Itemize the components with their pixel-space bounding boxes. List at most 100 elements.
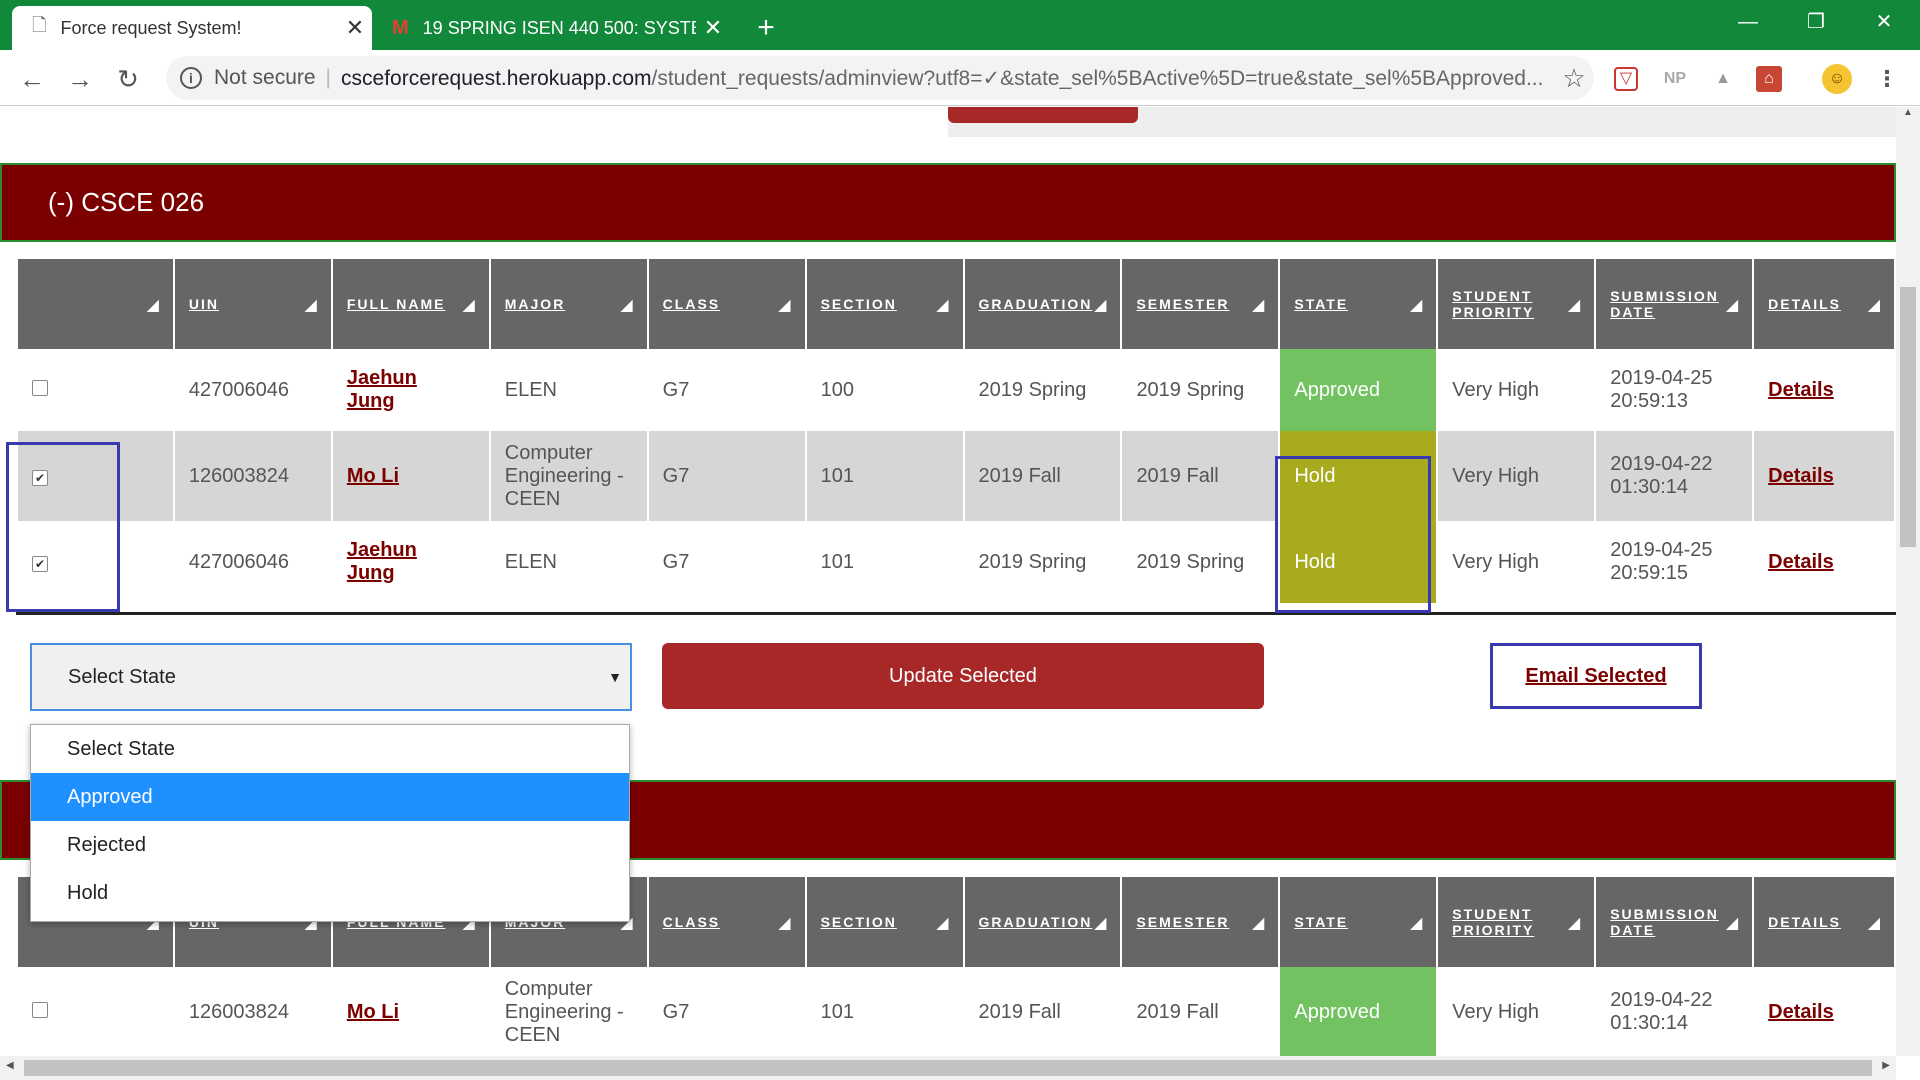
sort-icon[interactable]: ◢ xyxy=(778,913,792,933)
sort-icon[interactable]: ◢ xyxy=(1568,295,1582,315)
scroll-left-icon[interactable]: ◀ xyxy=(6,1060,14,1071)
sort-icon[interactable]: ◢ xyxy=(305,295,319,315)
close-tab-icon[interactable]: ✕ xyxy=(338,15,372,41)
details-link[interactable]: Details xyxy=(1768,379,1834,401)
dropdown-option[interactable]: Rejected xyxy=(31,821,629,869)
sort-icon[interactable]: ◢ xyxy=(936,295,950,315)
avatar[interactable]: ☺ xyxy=(1822,64,1852,94)
column-header-label: SEMESTER xyxy=(1136,914,1230,930)
sort-icon[interactable]: ◢ xyxy=(1410,295,1424,315)
tab-gmail[interactable]: M 19 SPRING ISEN 440 500: SYSTEM ✕ xyxy=(380,6,730,50)
scroll-up-icon[interactable]: ▲ xyxy=(1896,107,1920,118)
sort-icon[interactable]: ◢ xyxy=(936,913,950,933)
drive-extension-icon[interactable]: ▲ xyxy=(1708,64,1738,94)
forward-icon[interactable]: → xyxy=(60,59,100,99)
column-header[interactable]: SUBMISSION DATE ◢ xyxy=(1596,259,1753,349)
column-header[interactable]: CLASS ◢ xyxy=(648,259,805,349)
row-checkbox[interactable]: ✔ xyxy=(32,555,48,572)
column-header[interactable]: STUDENT PRIORITY ◢ xyxy=(1438,259,1595,349)
submission-date-cell: 2019-04-22 01:30:14 xyxy=(1596,967,1753,1056)
vertical-scrollbar[interactable]: ▲ xyxy=(1896,107,1920,1056)
dropdown-option[interactable]: Select State xyxy=(31,725,629,773)
new-tab-button[interactable]: + xyxy=(746,8,786,48)
column-header[interactable]: ◢ xyxy=(18,259,173,349)
column-header[interactable]: DETAILS ◢ xyxy=(1754,259,1894,349)
column-header[interactable]: SEMESTER ◢ xyxy=(1122,877,1279,967)
reload-icon[interactable]: ↻ xyxy=(108,59,148,99)
url-text[interactable]: csceforcerequest.herokuapp.com/student_r… xyxy=(341,66,1554,91)
minimize-icon[interactable]: ― xyxy=(1714,0,1782,44)
section-header[interactable]: (-) CSCE 026 xyxy=(0,163,1896,242)
sort-icon[interactable]: ◢ xyxy=(1868,913,1882,933)
sort-icon[interactable]: ◢ xyxy=(1410,913,1424,933)
dropdown-option[interactable]: Hold xyxy=(31,869,629,917)
info-icon[interactable]: i xyxy=(180,67,202,89)
bookmark-star-icon[interactable]: ☆ xyxy=(1554,63,1594,94)
column-header[interactable]: UIN ◢ xyxy=(174,259,331,349)
column-header[interactable]: MAJOR ◢ xyxy=(490,259,647,349)
state-cell: Approved xyxy=(1280,349,1437,431)
column-header[interactable]: SECTION ◢ xyxy=(806,877,963,967)
restore-icon[interactable]: ❐ xyxy=(1782,0,1850,44)
section-cell: 101 xyxy=(806,431,963,521)
column-header[interactable]: STATE ◢ xyxy=(1280,877,1437,967)
dropdown-option[interactable]: Approved xyxy=(31,773,629,821)
sort-icon[interactable]: ◢ xyxy=(620,295,634,315)
scroll-right-icon[interactable]: ▶ xyxy=(1882,1060,1890,1071)
row-checkbox[interactable]: ✔ xyxy=(32,469,48,486)
name-line: Jaehun xyxy=(346,367,417,389)
student-name-link[interactable]: Mo Li xyxy=(347,465,399,487)
email-selected-button[interactable]: Email Selected xyxy=(1490,643,1702,709)
student-name-link[interactable]: Jaehun Jung xyxy=(347,539,417,584)
state-cell: Hold xyxy=(1280,521,1437,603)
update-selected-button[interactable]: Update Selected xyxy=(662,643,1264,709)
column-header-label: STATE xyxy=(1294,914,1349,930)
sort-icon[interactable]: ◢ xyxy=(1726,295,1740,315)
sort-icon[interactable]: ◢ xyxy=(462,295,476,315)
row-checkbox[interactable] xyxy=(32,1001,48,1018)
column-header[interactable]: GRADUATION ◢ xyxy=(964,877,1121,967)
row-checkbox[interactable] xyxy=(32,379,48,396)
sort-icon[interactable]: ◢ xyxy=(778,295,792,315)
sort-icon[interactable]: ◢ xyxy=(1726,913,1740,933)
column-header[interactable]: FULL NAME ◢ xyxy=(332,259,489,349)
pdf-extension-icon[interactable]: ⌂ xyxy=(1756,66,1782,92)
address-bar[interactable]: i Not secure | csceforcerequest.herokuap… xyxy=(166,56,1594,100)
details-link[interactable]: Details xyxy=(1768,465,1834,487)
details-link[interactable]: Details xyxy=(1768,551,1834,573)
menu-kebab-icon[interactable]: ⋮ xyxy=(1872,64,1902,94)
horizontal-scrollbar[interactable]: ◀ ▶ xyxy=(0,1056,1896,1080)
sort-icon[interactable]: ◢ xyxy=(1252,295,1266,315)
sort-icon[interactable]: ◢ xyxy=(1252,913,1266,933)
close-tab-icon[interactable]: ✕ xyxy=(696,15,730,41)
column-header-label: CLASS xyxy=(662,914,721,930)
sort-icon[interactable]: ◢ xyxy=(1868,295,1882,315)
details-link[interactable]: Details xyxy=(1768,1001,1834,1023)
column-header[interactable]: SECTION ◢ xyxy=(806,259,963,349)
sort-icon[interactable]: ◢ xyxy=(1568,913,1582,933)
scroll-thumb[interactable] xyxy=(1900,287,1916,547)
column-header[interactable]: SUBMISSION DATE ◢ xyxy=(1596,877,1753,967)
gmail-icon: M xyxy=(392,16,409,39)
student-name-link[interactable]: Mo Li xyxy=(347,1001,399,1023)
column-header[interactable]: GRADUATION ◢ xyxy=(964,259,1121,349)
sort-icon[interactable]: ◢ xyxy=(147,295,161,315)
page-icon: 🗋 xyxy=(32,15,47,35)
column-header[interactable]: STATE ◢ xyxy=(1280,259,1437,349)
tab-force-request[interactable]: 🗋 Force request System! ✕ xyxy=(12,6,372,50)
sort-icon[interactable]: ◢ xyxy=(1094,295,1108,315)
date-text: 2019-04-22 xyxy=(1610,453,1713,475)
column-header[interactable]: CLASS ◢ xyxy=(648,877,805,967)
state-select[interactable]: Select State ▼ xyxy=(30,643,632,711)
sort-icon[interactable]: ◢ xyxy=(1094,913,1108,933)
pocket-extension-icon[interactable]: ▽ xyxy=(1614,67,1638,91)
column-header[interactable]: STUDENT PRIORITY ◢ xyxy=(1438,877,1595,967)
top-button-remnant[interactable] xyxy=(948,107,1138,123)
column-header[interactable]: DETAILS ◢ xyxy=(1754,877,1894,967)
back-icon[interactable]: ← xyxy=(12,59,52,99)
np-extension-icon[interactable]: NP xyxy=(1660,64,1690,94)
student-name-link[interactable]: Jaehun Jung xyxy=(347,367,417,412)
close-window-icon[interactable]: ✕ xyxy=(1850,0,1918,44)
column-header[interactable]: SEMESTER ◢ xyxy=(1122,259,1279,349)
scroll-thumb[interactable] xyxy=(24,1060,1872,1076)
